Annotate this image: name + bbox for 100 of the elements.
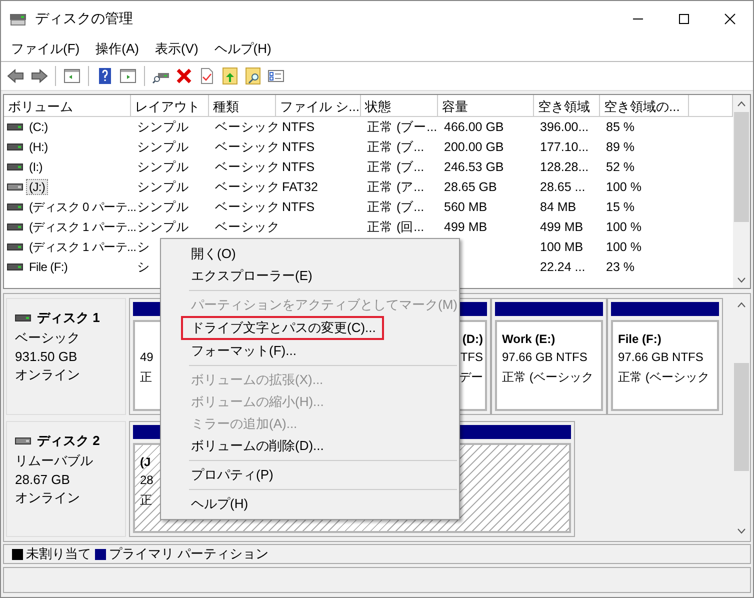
legend-label: プライマリ パーティション xyxy=(109,545,269,563)
volume-name[interactable]: (C:) xyxy=(26,119,51,135)
window-title: ディスクの管理 xyxy=(35,10,134,28)
partition-title: (D:) xyxy=(462,332,483,348)
volume-name[interactable]: (H:) xyxy=(26,139,51,155)
table-cell: 28.65 ... xyxy=(540,180,586,194)
table-cell: 100 % xyxy=(606,240,642,254)
table-cell: ベーシック xyxy=(215,180,280,194)
table-cell: 200.00 GB xyxy=(444,140,504,154)
column-header[interactable]: 種類 xyxy=(209,95,276,117)
menu-item[interactable]: 表示(V) xyxy=(154,40,198,58)
volume-name[interactable]: (ディスク 0 パーテ... xyxy=(26,198,140,216)
table-cell: シンプル xyxy=(137,160,189,174)
disk-type: リムーバブル xyxy=(15,452,94,470)
menu-item[interactable]: ファイル(F) xyxy=(11,40,80,58)
table-cell: 499 MB xyxy=(444,220,488,234)
table-cell: NTFS xyxy=(282,200,315,214)
partition-title: Work (E:) xyxy=(502,332,556,348)
table-cell: FAT32 xyxy=(282,180,318,194)
scrollbar-thumb[interactable] xyxy=(734,363,749,471)
table-cell: 52 % xyxy=(606,160,634,174)
partition-info: デー xyxy=(459,369,483,386)
folder-search-icon[interactable] xyxy=(244,67,262,85)
table-cell: シンプル xyxy=(137,200,189,214)
column-header[interactable]: レイアウト xyxy=(131,95,209,117)
back-arrow-icon[interactable] xyxy=(7,67,25,85)
table-cell: 100 MB xyxy=(540,240,584,254)
table-cell: 89 % xyxy=(606,140,634,154)
drive-icon xyxy=(7,223,23,231)
table-cell: 15 % xyxy=(606,200,634,214)
partition-title: File (F:) xyxy=(618,332,662,348)
table-cell: 246.53 GB xyxy=(444,160,504,174)
context-menu-item[interactable]: フォーマット(F)... xyxy=(163,340,457,362)
column-header[interactable]: 空き領域 xyxy=(534,95,600,117)
table-cell: ベーシック xyxy=(215,220,280,234)
partition-block[interactable]: Work (E:) 97.66 GB NTFS 正常 (ベーシック xyxy=(491,298,607,414)
volume-name[interactable]: (I:) xyxy=(26,159,46,175)
table-cell: 28.65 GB xyxy=(444,180,497,194)
context-menu-item[interactable]: プロパティ(P) xyxy=(163,464,457,486)
delete-icon[interactable] xyxy=(175,67,193,85)
drive-icon xyxy=(7,123,23,131)
drive-icon xyxy=(7,263,23,271)
menu-item[interactable]: 操作(A) xyxy=(96,40,139,58)
forward-arrow-icon[interactable] xyxy=(30,67,48,85)
partition-info: TFS xyxy=(460,350,483,366)
drive-icon xyxy=(7,203,23,211)
partition-info: 97.66 GB NTFS xyxy=(618,350,704,366)
column-header[interactable]: 容量 xyxy=(438,95,534,117)
table-cell: 128.28... xyxy=(540,160,589,174)
partition-info: 正常 (ベーシック xyxy=(502,369,594,386)
partition-info: 正 xyxy=(140,492,152,508)
context-menu-item[interactable]: ボリュームの削除(D)... xyxy=(163,435,457,457)
partition-info: 正 xyxy=(140,369,152,386)
scrollbar-thumb[interactable] xyxy=(734,112,749,222)
table-cell: ベーシック xyxy=(215,160,280,174)
table-cell: シンプル xyxy=(137,180,189,194)
table-cell: 560 MB xyxy=(444,200,488,214)
table-cell: シ xyxy=(137,260,150,274)
table-cell: ベーシック xyxy=(215,200,280,214)
action-pane-icon[interactable] xyxy=(119,67,137,85)
drive-icon xyxy=(7,243,23,251)
table-cell: 正常 (ブ... xyxy=(367,160,424,174)
drive-icon xyxy=(7,143,23,151)
disk-name: ディスク 2 xyxy=(37,432,100,450)
context-menu-item[interactable]: ヘルプ(H) xyxy=(163,493,457,515)
checklist-icon[interactable] xyxy=(267,67,285,85)
table-cell: シンプル xyxy=(137,120,189,134)
volume-name[interactable]: (J:) xyxy=(26,179,48,195)
volume-name[interactable]: (ディスク 1 パーテ... xyxy=(26,238,140,256)
column-header[interactable]: 状態 xyxy=(361,95,438,117)
help-icon[interactable] xyxy=(96,67,114,85)
column-header[interactable]: ボリューム xyxy=(4,95,131,117)
table-cell: シンプル xyxy=(137,220,189,234)
context-menu-item[interactable]: ドライブ文字とパスの変更(C)... xyxy=(181,316,384,340)
console-tree-icon[interactable] xyxy=(63,67,81,85)
table-cell: シ xyxy=(137,240,150,254)
context-menu-item[interactable]: 開く(O) xyxy=(163,243,457,265)
drive-icon xyxy=(7,183,23,191)
close-icon xyxy=(724,12,736,24)
context-menu-item[interactable]: エクスプローラー(E) xyxy=(163,265,457,287)
table-cell: 23 % xyxy=(606,260,634,274)
table-cell: 正常 (ブ... xyxy=(367,140,424,154)
table-cell: シンプル xyxy=(137,140,189,154)
column-header[interactable]: ファイル シ... xyxy=(276,95,361,117)
menu-item[interactable]: ヘルプ(H) xyxy=(214,40,272,58)
drive-icon xyxy=(7,163,23,171)
table-cell: 正常 (ブー... xyxy=(367,120,438,134)
table-cell: 466.00 GB xyxy=(444,120,504,134)
disk-status: オンライン xyxy=(15,366,81,384)
maximize-icon xyxy=(678,12,690,24)
table-cell: 84 MB xyxy=(540,200,576,214)
disk-size: 931.50 GB xyxy=(15,349,78,364)
partition-info: 28 xyxy=(140,472,154,488)
column-header[interactable]: 空き領域の... xyxy=(600,95,689,117)
volume-name[interactable]: File (F:) xyxy=(26,259,71,275)
check-document-icon[interactable] xyxy=(198,67,216,85)
volume-name[interactable]: (ディスク 1 パーテ... xyxy=(26,218,140,236)
partition-block[interactable]: File (F:) 97.66 GB NTFS 正常 (ベーシック xyxy=(607,298,723,414)
table-cell: 85 % xyxy=(606,120,634,134)
folder-up-icon[interactable] xyxy=(221,67,239,85)
